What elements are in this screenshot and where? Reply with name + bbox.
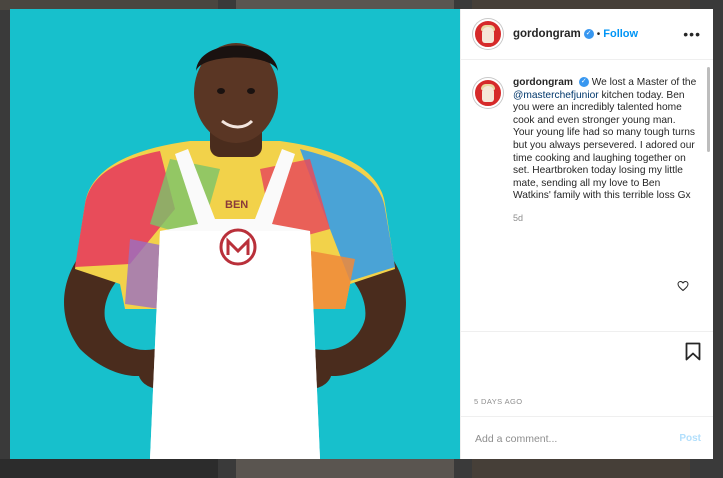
apron-name-tag: BEN	[225, 199, 248, 211]
feed-thumbnail[interactable]	[472, 459, 690, 478]
post-sidebar: gordongram ✓ • Follow ••• gordongram ✓ W…	[460, 9, 713, 459]
comment-input[interactable]	[473, 431, 667, 446]
heart-icon[interactable]	[677, 280, 689, 292]
caption-text: gordongram ✓ We lost a Master of the @ma…	[513, 77, 698, 225]
follow-button[interactable]: Follow	[603, 28, 638, 40]
post-actions-bar	[461, 331, 713, 387]
profile-avatar[interactable]	[473, 19, 503, 49]
post-comment-button[interactable]: Post	[679, 433, 701, 444]
boy-in-apron-illustration: BEN	[64, 43, 406, 459]
feed-thumbnail[interactable]	[236, 459, 454, 478]
caption-username[interactable]: gordongram	[513, 77, 573, 88]
verified-badge-icon: ✓	[583, 29, 594, 39]
caption-mention-link[interactable]: @masterchefjunior	[513, 90, 599, 101]
post-header: gordongram ✓ • Follow •••	[461, 9, 713, 60]
caption-timestamp[interactable]: 5d	[513, 212, 698, 225]
feed-thumbnail[interactable]	[0, 459, 218, 478]
bookmark-icon[interactable]	[685, 342, 701, 361]
caption-avatar[interactable]	[473, 78, 503, 108]
post-caption: gordongram ✓ We lost a Master of the @ma…	[473, 77, 705, 225]
post-photo[interactable]: BEN	[10, 9, 460, 459]
comment-bar: Post	[461, 416, 713, 460]
caption-body-rest: kitchen today. Ben you were an incredibl…	[513, 89, 695, 202]
header-separator: •	[596, 28, 601, 40]
more-options-icon[interactable]: •••	[683, 26, 701, 42]
caption-body-start: We lost a Master of the	[591, 77, 697, 88]
post-date[interactable]: 5 DAYS AGO	[474, 397, 522, 406]
post-modal: BEN gordongram ✓ • Follow ••• gordongram…	[10, 9, 713, 459]
comments-scrollbar[interactable]	[707, 67, 710, 152]
verified-badge-icon: ✓	[578, 77, 589, 88]
background-feed-bottom	[0, 459, 723, 478]
header-username[interactable]: gordongram	[513, 28, 581, 40]
